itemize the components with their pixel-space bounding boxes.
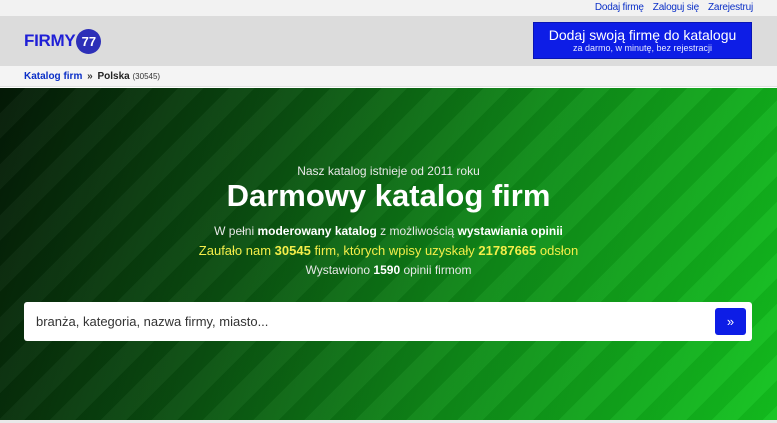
top-links: Dodaj firmę Zaloguj się Zarejestruj [595, 2, 753, 13]
line2-c: odsłon [536, 243, 579, 258]
breadcrumb-root-link[interactable]: Katalog firm [24, 71, 82, 82]
top-bar: Dodaj firmę Zaloguj się Zarejestruj [0, 0, 777, 16]
logo-badge: 77 [76, 28, 102, 54]
search-box: » [24, 302, 752, 341]
line2-a: Zaufało nam [198, 243, 275, 258]
hero-since: Nasz katalog istnieje od 2011 roku [297, 164, 480, 178]
hero-title: Darmowy katalog firm [226, 178, 551, 213]
hero-section: Nasz katalog istnieje od 2011 roku Darmo… [0, 88, 777, 420]
logo-text: FIRMY [24, 31, 76, 50]
line1-d: wystawiania opinii [457, 224, 563, 238]
line1-b: moderowany katalog [257, 224, 377, 238]
logo[interactable]: FIRMY 77 [24, 28, 102, 54]
hero-line-trust: Zaufało nam 30545 firm, których wpisy uz… [0, 243, 777, 258]
line3-a: Wystawiono [305, 263, 374, 277]
header: FIRMY 77 Dodaj swoją firmę do katalogu z… [0, 16, 777, 66]
register-link[interactable]: Zarejestruj [708, 2, 753, 13]
add-firm-link[interactable]: Dodaj firmę [595, 2, 644, 13]
search-button[interactable]: » [715, 308, 746, 335]
line1-c: z możliwością [376, 224, 458, 238]
search-input[interactable] [24, 302, 704, 341]
login-link[interactable]: Zaloguj się [653, 2, 699, 13]
breadcrumb-separator: » [87, 71, 93, 82]
cta-sub-label: za darmo, w minutę, bez rejestracji [572, 43, 713, 53]
line1-a: W pełni [214, 224, 258, 238]
add-firm-cta-button[interactable]: Dodaj swoją firmę do katalogu za darmo, … [533, 22, 752, 59]
views-count: 21787665 [478, 243, 537, 258]
line3-b: opinii firmom [400, 263, 472, 277]
breadcrumb-current: Polska [97, 71, 130, 82]
cta-main-label: Dodaj swoją firmę do katalogu [548, 27, 737, 43]
line2-b: firm, których wpisy uzyskały [310, 243, 479, 258]
breadcrumb: Katalog firm » Polska (30545) [0, 66, 777, 87]
hero-line-moderated: W pełni moderowany katalog z możliwością… [0, 224, 777, 238]
hero-line-opinions: Wystawiono 1590 opinii firmom [0, 263, 777, 277]
opinions-count: 1590 [373, 263, 401, 277]
firms-count: 30545 [274, 243, 311, 258]
breadcrumb-count: (30545) [132, 72, 161, 81]
